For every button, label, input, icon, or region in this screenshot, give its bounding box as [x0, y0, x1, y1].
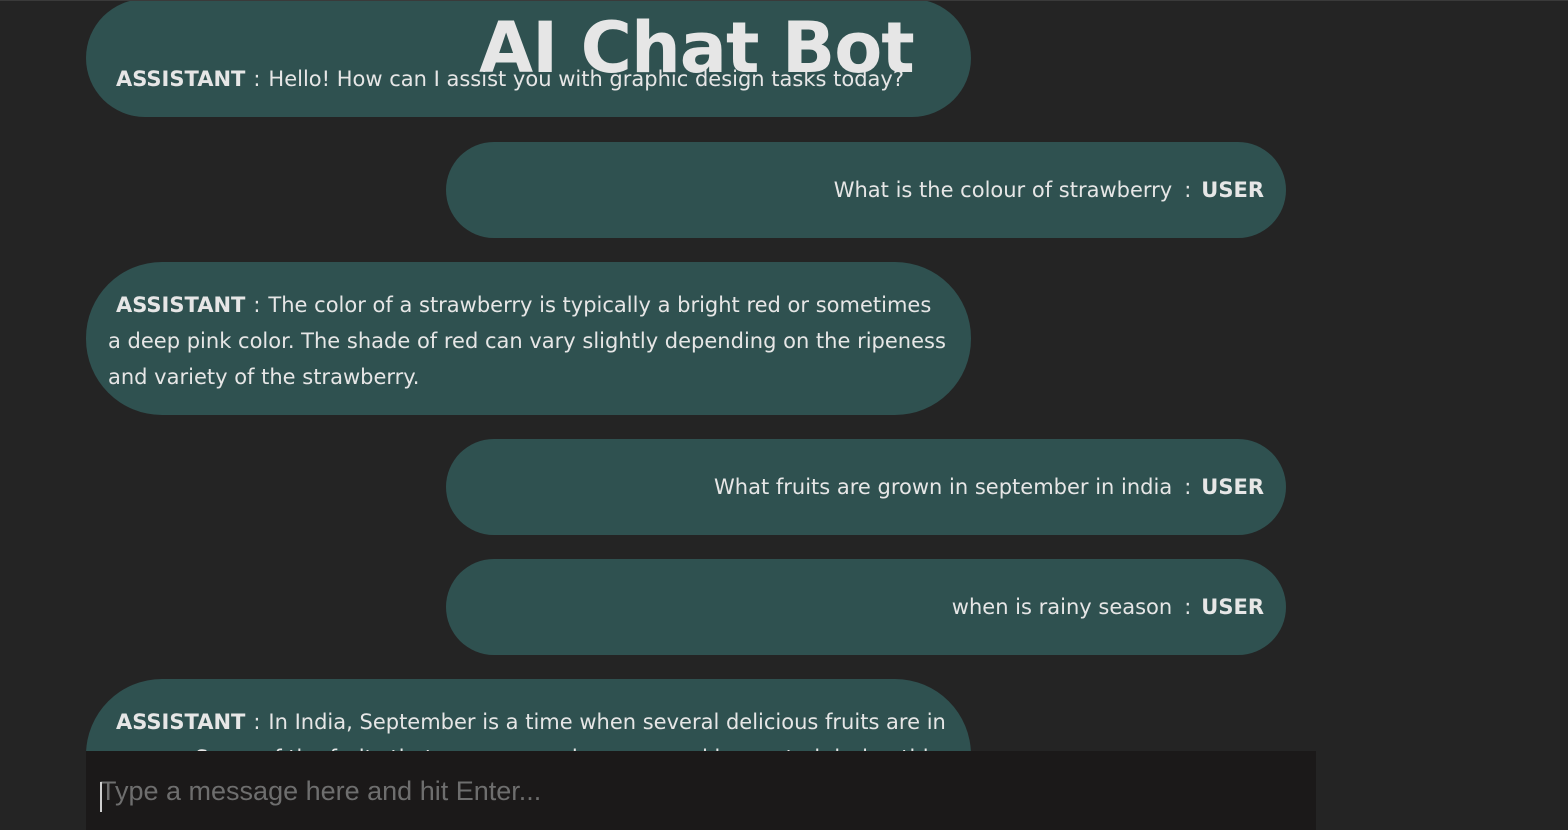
message-role-label: ASSISTANT — [116, 293, 246, 317]
message-separator: : — [253, 67, 261, 91]
user-message: when is rainy season: USER — [446, 559, 1286, 655]
user-message: What is the colour of strawberry: USER — [446, 142, 1286, 238]
message-input[interactable] — [86, 751, 1316, 830]
message-text: when is rainy season — [951, 595, 1173, 619]
user-message: What fruits are grown in september in in… — [446, 439, 1286, 535]
message-separator: : — [1184, 475, 1192, 499]
chat-app: AI Chat Bot ASSISTANT: Hello! How can I a… — [0, 0, 1568, 830]
message-text: What is the colour of strawberry — [833, 178, 1173, 202]
message-role-label: ASSISTANT — [116, 67, 246, 91]
chat-history[interactable]: ASSISTANT: Hello! How can I assist you wi… — [0, 1, 1568, 751]
message-separator: : — [253, 710, 261, 734]
assistant-message: ASSISTANT: Hello! How can I assist you wi… — [86, 1, 971, 117]
message-separator: : — [1184, 595, 1192, 619]
message-role-label: USER — [1201, 178, 1264, 202]
message-separator: : — [253, 293, 261, 317]
message-composer — [86, 751, 1316, 830]
message-role-label: USER — [1201, 475, 1264, 499]
message-text: What fruits are grown in september in in… — [714, 475, 1173, 499]
text-caret — [100, 782, 102, 812]
assistant-message: ASSISTANT: The color of a strawberry is t… — [86, 262, 971, 415]
message-role-label: USER — [1201, 595, 1264, 619]
message-separator: : — [1184, 178, 1192, 202]
assistant-message: ASSISTANT: In India, September is a time … — [86, 679, 971, 751]
message-text: Hello! How can I assist you with graphic… — [268, 67, 904, 91]
message-role-label: ASSISTANT — [116, 710, 246, 734]
